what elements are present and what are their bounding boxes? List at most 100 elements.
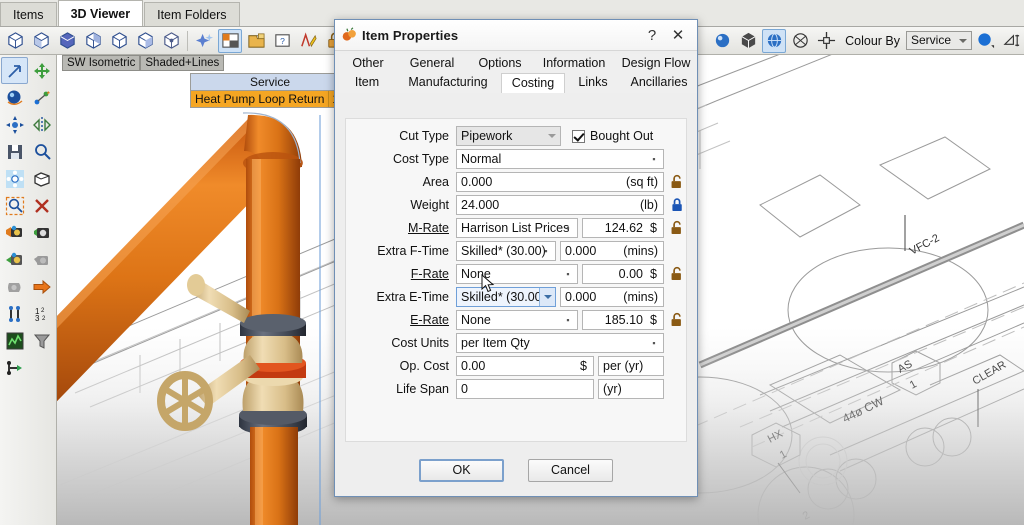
area-unlock-icon[interactable]	[669, 173, 686, 191]
chevron-down-icon[interactable]	[544, 127, 560, 145]
tab-ancillaries[interactable]: Ancillaries	[621, 73, 697, 93]
tab-costing[interactable]: Costing	[501, 73, 565, 93]
sparkle-render-icon[interactable]	[192, 29, 216, 53]
zoom-select-icon[interactable]	[28, 138, 55, 165]
move-axis-icon[interactable]	[814, 29, 838, 53]
weight-input[interactable]: 24.000 (lb)	[456, 195, 664, 215]
view-cube-2-icon[interactable]	[29, 29, 53, 53]
cube-solid-icon[interactable]	[736, 29, 760, 53]
cost-type-select[interactable]: Normal ▪	[456, 149, 664, 169]
tab-options[interactable]: Options	[467, 54, 533, 73]
measure-icon[interactable]	[999, 29, 1023, 53]
columns-icon[interactable]	[1, 300, 28, 327]
colour-swatch-icon[interactable]	[973, 29, 997, 53]
copy-shape-icon[interactable]	[28, 165, 55, 192]
node-move-icon[interactable]	[28, 84, 55, 111]
view-cube-6-icon[interactable]	[133, 29, 157, 53]
dropdown-dot-icon[interactable]: ▪	[559, 265, 577, 283]
tab-3d-viewer[interactable]: 3D Viewer	[58, 0, 144, 26]
move-point-icon[interactable]	[1, 111, 28, 138]
view-cube-iso-icon[interactable]	[159, 29, 183, 53]
tab-manufacturing[interactable]: Manufacturing	[395, 73, 501, 93]
view-cube-5-icon[interactable]	[107, 29, 131, 53]
bought-out-checkbox[interactable]	[572, 130, 585, 143]
camera-in-icon[interactable]	[1, 219, 28, 246]
close-icon[interactable]: ✕	[665, 22, 691, 48]
cut-type-select[interactable]: Pipework	[456, 126, 561, 146]
cancel-button[interactable]: Cancel	[528, 459, 613, 482]
annotate-icon[interactable]	[296, 29, 320, 53]
arrow-right-icon[interactable]	[28, 273, 55, 300]
dropdown-dot-icon[interactable]: ▪	[645, 150, 663, 168]
extra-f-time-amount-input[interactable]: 0.000 (mins)	[560, 241, 664, 261]
item-properties-dialog[interactable]: Item Properties ? ✕ Other General Option…	[334, 19, 698, 497]
wireframe-sphere-icon[interactable]	[788, 29, 812, 53]
dropdown-dot-icon[interactable]: ▪	[537, 242, 555, 260]
spider-view-icon[interactable]	[1, 165, 28, 192]
cost-units-select[interactable]: per Item Qty ▪	[456, 333, 664, 353]
globe-shaded-icon[interactable]	[762, 29, 786, 53]
open-folder-icon[interactable]	[244, 29, 268, 53]
camera-out-icon[interactable]	[1, 246, 28, 273]
f-rate-unlock-icon[interactable]	[669, 265, 686, 283]
tab-other[interactable]: Other	[339, 54, 397, 73]
tab-item[interactable]: Item	[339, 73, 395, 93]
m-rate-label[interactable]: M-Rate	[346, 221, 456, 235]
life-span-input[interactable]: 0	[456, 379, 594, 399]
filter-icon[interactable]	[28, 327, 55, 354]
service-legend-table: Service Heat Pump Loop Return 10	[190, 73, 350, 108]
e-rate-unlock-icon[interactable]	[669, 311, 686, 329]
dropdown-dot-icon[interactable]: ▪	[645, 334, 663, 352]
extra-e-time-select[interactable]: Skilled* (30.00)	[456, 287, 556, 307]
extra-e-time-amount-input[interactable]: 0.000 (mins)	[560, 287, 664, 307]
dialog-help-button[interactable]: ?	[639, 22, 665, 48]
pan-move-icon[interactable]	[28, 57, 55, 84]
connect-nodes-icon[interactable]	[1, 354, 28, 381]
graph-green-icon[interactable]	[1, 327, 28, 354]
f-rate-label[interactable]: F-Rate	[346, 267, 456, 281]
dropdown-dot-icon[interactable]: ▪	[559, 219, 577, 237]
table-row[interactable]: Heat Pump Loop Return 10	[191, 91, 349, 107]
shading-mode-label[interactable]: Shaded+Lines	[140, 55, 224, 71]
extra-f-time-select[interactable]: Skilled* (30.00) ▪	[456, 241, 556, 261]
sphere-shaded-icon[interactable]	[710, 29, 734, 53]
zoom-window-icon[interactable]	[1, 192, 28, 219]
tab-item-folders[interactable]: Item Folders	[144, 2, 239, 26]
view-cube-4-icon[interactable]	[81, 29, 105, 53]
f-rate-amount-input[interactable]: 0.00 $	[582, 264, 664, 284]
delete-x-icon[interactable]	[28, 192, 55, 219]
dropdown-dot-icon[interactable]: ▪	[559, 311, 577, 329]
e-rate-select[interactable]: None ▪	[456, 310, 578, 330]
tab-information[interactable]: Information	[533, 54, 615, 73]
view-cube-1-icon[interactable]	[3, 29, 27, 53]
f-rate-select[interactable]: None ▪	[456, 264, 578, 284]
save-view-icon[interactable]	[1, 138, 28, 165]
help-box-icon[interactable]: ?	[270, 29, 294, 53]
select-arrow-icon[interactable]	[1, 57, 28, 84]
chevron-down-icon[interactable]	[539, 288, 555, 306]
numbers-icon[interactable]: 1232	[28, 300, 55, 327]
m-rate-select[interactable]: Harrison List Prices ▪	[456, 218, 578, 238]
area-input[interactable]: 0.000 (sq ft)	[456, 172, 664, 192]
camera-grey-icon[interactable]	[28, 246, 55, 273]
tab-design-flow[interactable]: Design Flow	[615, 54, 697, 73]
m-rate-amount-input[interactable]: 124.62 $	[582, 218, 664, 238]
e-rate-label[interactable]: E-Rate	[346, 313, 456, 327]
op-cost-input[interactable]: 0.00 $	[456, 356, 594, 376]
ok-button[interactable]: OK	[419, 459, 504, 482]
orbit-icon[interactable]	[1, 84, 28, 111]
dialog-title-bar[interactable]: Item Properties ? ✕	[335, 20, 697, 51]
weight-lock-icon[interactable]	[669, 196, 686, 214]
tab-links[interactable]: Links	[565, 73, 621, 93]
colour-by-select[interactable]: Service	[906, 31, 972, 50]
m-rate-unlock-icon[interactable]	[669, 219, 686, 237]
camera-grey2-icon[interactable]	[1, 273, 28, 300]
layout-panels-icon[interactable]	[218, 29, 242, 53]
camera-record-icon[interactable]	[28, 219, 55, 246]
mirror-icon[interactable]	[28, 111, 55, 138]
tab-items[interactable]: Items	[0, 2, 57, 26]
tab-general[interactable]: General	[397, 54, 467, 73]
view-cube-3-icon[interactable]	[55, 29, 79, 53]
e-rate-amount-input[interactable]: 185.10 $	[582, 310, 664, 330]
view-mode-label[interactable]: SW Isometric	[62, 55, 140, 71]
